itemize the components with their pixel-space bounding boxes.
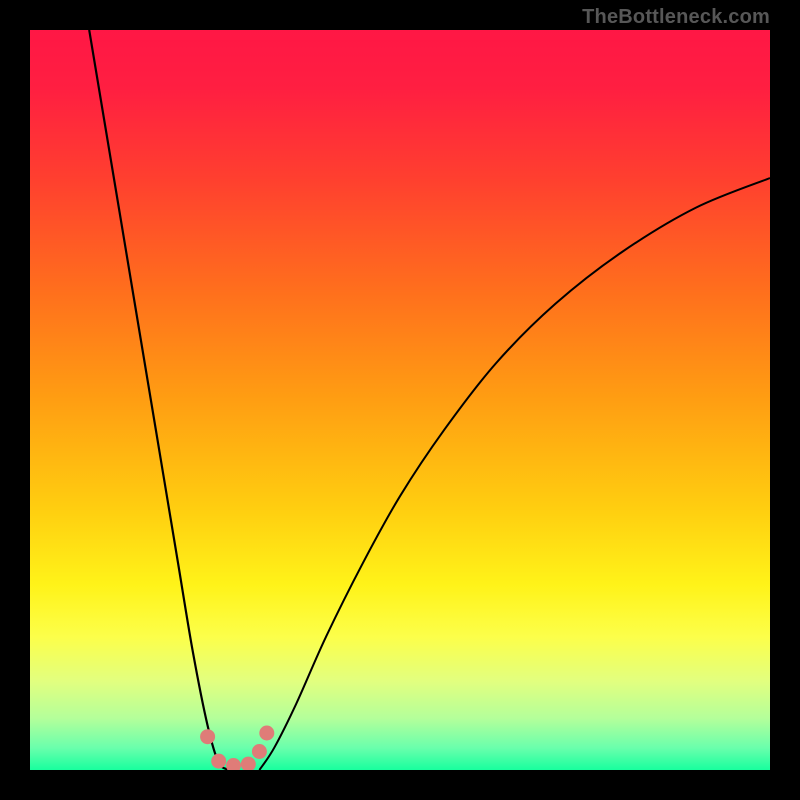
data-marker [211, 754, 226, 769]
plot-area [30, 30, 770, 770]
watermark-text: TheBottleneck.com [582, 6, 770, 29]
right-curve [259, 178, 770, 770]
data-marker [200, 729, 215, 744]
bottleneck-curve [30, 30, 770, 770]
data-marker [259, 726, 274, 741]
chart-frame: TheBottleneck.com [0, 0, 800, 800]
data-marker [241, 757, 256, 770]
left-curve [89, 30, 230, 770]
data-marker [252, 744, 267, 759]
data-marker [226, 758, 241, 770]
